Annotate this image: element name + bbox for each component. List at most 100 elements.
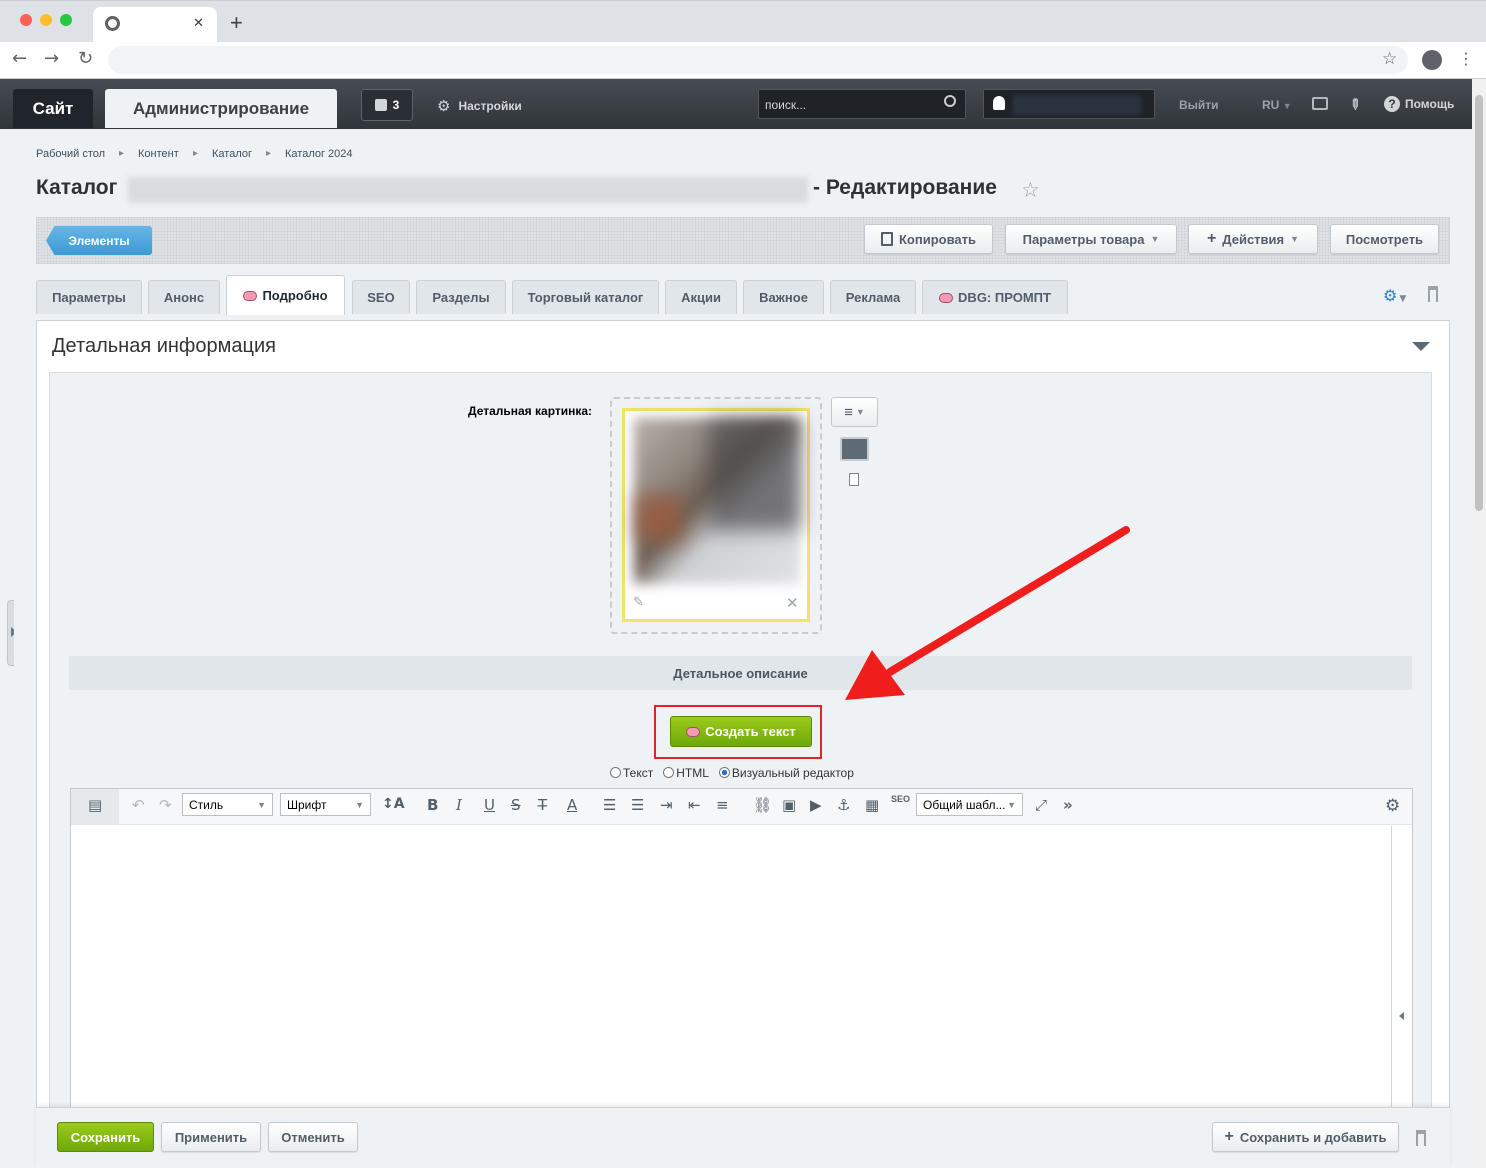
close-window-icon[interactable]: [20, 14, 32, 26]
tab-advertising[interactable]: Реклама: [830, 280, 916, 314]
profile-icon[interactable]: [1422, 50, 1442, 70]
product-params-button[interactable]: Параметры товара ▼: [1005, 224, 1177, 254]
undo-icon[interactable]: ↶: [132, 796, 145, 814]
image-upload-icon[interactable]: [840, 437, 869, 461]
keyboard-icon[interactable]: [1312, 97, 1328, 110]
user-name-blurred: [1013, 95, 1141, 115]
copy-button[interactable]: Копировать: [864, 224, 993, 254]
source-toggle-icon[interactable]: ▤: [88, 796, 102, 814]
tab-dbg-prompt-label: DBG: ПРОМПТ: [958, 290, 1051, 305]
cancel-button[interactable]: Отменить: [268, 1122, 358, 1152]
minimize-window-icon[interactable]: [40, 14, 52, 26]
insert-image-icon[interactable]: ▣: [782, 796, 796, 814]
maximize-window-icon[interactable]: [60, 14, 72, 26]
mode-html-radio[interactable]: HTML: [663, 766, 709, 780]
forward-icon[interactable]: →: [44, 48, 59, 69]
edit-pencil-icon[interactable]: ✎: [633, 595, 644, 610]
editor-splitter[interactable]: [1391, 826, 1392, 1108]
ordered-list-icon[interactable]: ☰: [603, 796, 616, 814]
apply-button[interactable]: Применить: [161, 1122, 261, 1152]
tab-trade-catalog[interactable]: Торговый каталог: [512, 280, 659, 314]
chevron-down-icon: ▼: [1282, 101, 1292, 111]
tab-params[interactable]: Параметры: [36, 280, 142, 314]
pin-footer-icon[interactable]: [1416, 1130, 1426, 1146]
align-left-icon[interactable]: ≡: [716, 796, 729, 814]
text-color-icon[interactable]: A: [567, 796, 577, 814]
file-icon[interactable]: [849, 473, 859, 486]
strikethrough-icon[interactable]: S: [511, 796, 521, 814]
breadcrumb-item[interactable]: Каталог: [212, 148, 252, 160]
collapse-arrow-icon[interactable]: [1412, 342, 1430, 351]
mode-visual-radio[interactable]: Визуальный редактор: [718, 766, 854, 780]
scrollbar-thumb[interactable]: [1475, 95, 1483, 511]
tab-important[interactable]: Важное: [743, 280, 824, 314]
link-icon[interactable]: ⛓: [753, 796, 772, 814]
more-icon[interactable]: »: [1063, 796, 1073, 814]
page-title-prefix: Каталог: [36, 176, 118, 199]
close-tab-icon[interactable]: ✕: [193, 15, 204, 31]
font-size-icon[interactable]: ↕A: [382, 796, 405, 812]
bookmark-star-icon[interactable]: ☆: [1382, 49, 1397, 69]
address-input[interactable]: [108, 46, 1408, 74]
create-text-button[interactable]: Создать текст: [670, 716, 812, 747]
plus-icon: +: [1206, 230, 1217, 247]
pin-tabs-icon[interactable]: [1428, 286, 1438, 302]
italic-icon[interactable]: I: [456, 796, 462, 814]
editor-settings-gear-icon[interactable]: ⚙: [1385, 796, 1400, 816]
reload-icon[interactable]: ↻: [78, 48, 93, 69]
editor-content-area[interactable]: [71, 826, 1391, 1108]
actions-button[interactable]: + Действия ▼: [1188, 224, 1318, 254]
search-icon[interactable]: [944, 95, 956, 107]
outdent-icon[interactable]: ⇤: [688, 796, 701, 814]
tab-sections[interactable]: Разделы: [416, 280, 506, 314]
video-icon[interactable]: ▶: [810, 796, 822, 814]
anchor-icon[interactable]: ⚓: [837, 796, 850, 814]
seo-icon[interactable]: SEO: [891, 794, 910, 804]
tabs-settings-gear-icon[interactable]: ⚙ ▼: [1383, 286, 1406, 305]
mode-text-radio[interactable]: Текст: [610, 766, 653, 780]
view-button[interactable]: Посмотреть: [1330, 224, 1439, 254]
admin-search-input[interactable]: поиск...: [758, 89, 966, 119]
brain-icon: [243, 290, 258, 301]
new-tab-icon[interactable]: +: [230, 10, 243, 36]
save-and-add-button[interactable]: + Сохранить и добавить: [1212, 1122, 1399, 1152]
help-link[interactable]: ? Помощь: [1384, 96, 1454, 112]
redo-icon[interactable]: ↷: [159, 796, 172, 814]
settings-link[interactable]: ⚙ Настройки: [437, 97, 522, 115]
table-icon[interactable]: ▦: [865, 796, 879, 814]
underline-icon[interactable]: U: [484, 796, 495, 814]
breadcrumb-item[interactable]: Контент: [138, 148, 179, 160]
bold-icon[interactable]: B: [427, 796, 438, 814]
breadcrumb-item[interactable]: Рабочий стол: [36, 148, 105, 160]
clear-format-icon[interactable]: T̶: [538, 796, 547, 814]
bullet-list-icon[interactable]: ☰: [631, 796, 644, 814]
expand-panel-icon[interactable]: [1399, 1012, 1404, 1020]
logout-link[interactable]: Выйти: [1179, 98, 1219, 112]
site-tab[interactable]: Сайт: [13, 89, 93, 128]
notifications-button[interactable]: 3: [361, 89, 413, 121]
browser-tab[interactable]: ✕: [93, 7, 217, 43]
fullscreen-icon[interactable]: ⤢: [1035, 796, 1047, 814]
tab-details[interactable]: Подробно: [226, 275, 345, 315]
back-icon[interactable]: ←: [12, 48, 27, 69]
save-button[interactable]: Сохранить: [57, 1122, 154, 1152]
breadcrumb-separator-icon: ▸: [119, 148, 125, 159]
language-switch[interactable]: RU ▼: [1262, 98, 1292, 112]
image-menu-button[interactable]: ≡ ▼: [831, 397, 878, 427]
description-section-header: Детальное описание: [69, 656, 1412, 690]
tab-dbg-prompt[interactable]: DBG: ПРОМПТ: [922, 280, 1068, 314]
breadcrumb-item[interactable]: Каталог 2024: [285, 148, 353, 160]
tab-announce[interactable]: Анонс: [148, 280, 220, 314]
admin-tab[interactable]: Администрирование: [105, 89, 337, 128]
tab-seo[interactable]: SEO: [352, 280, 410, 314]
tab-promotions[interactable]: Акции: [665, 280, 737, 314]
font-select[interactable]: Шрифт ▼: [280, 793, 371, 816]
favorite-star-icon[interactable]: ☆: [1021, 178, 1040, 202]
editor-mode-switch: Текст HTML Визуальный редактор: [610, 766, 854, 780]
browser-menu-icon[interactable]: ⋮: [1458, 49, 1474, 68]
indent-icon[interactable]: ⇥: [660, 796, 673, 814]
remove-image-icon[interactable]: ✕: [786, 594, 799, 612]
elements-back-button[interactable]: Элементы: [46, 226, 152, 255]
template-select[interactable]: Общий шабл... ▼: [916, 793, 1023, 816]
style-select[interactable]: Стиль ▼: [182, 793, 273, 816]
